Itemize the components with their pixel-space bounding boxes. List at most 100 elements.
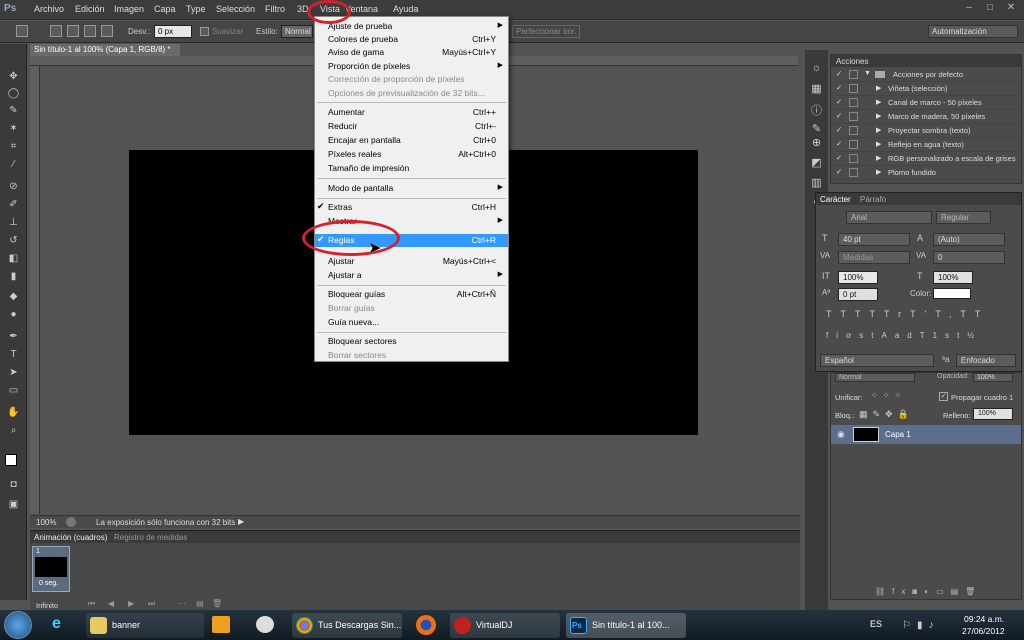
workspace-select[interactable]: Automatización	[928, 25, 1018, 38]
shape-tool-icon[interactable]: ▭	[6, 384, 21, 398]
language-indicator[interactable]: ES	[870, 619, 882, 629]
navigator-icon[interactable]: ▦	[809, 82, 824, 96]
action-item[interactable]: ✓ ▶ Reflejo en agua (texto)	[831, 138, 1023, 152]
tab-registro-medidas[interactable]: Registro de medidas	[114, 533, 187, 542]
quick-select-icon[interactable]: ✎	[6, 104, 21, 118]
screen-mode-icon[interactable]: ▣	[6, 498, 21, 512]
layer-actions-icons[interactable]: ⛓fx◙◐▭▤🗑	[875, 587, 982, 596]
layer-name[interactable]: Capa 1	[885, 430, 911, 439]
hand-tool-icon[interactable]: ✋	[6, 406, 21, 420]
path-select-icon[interactable]: ➤	[6, 366, 21, 380]
estilo-select[interactable]: Normal	[281, 25, 313, 38]
menu-type[interactable]: Type	[186, 4, 206, 14]
duplicate-frame-icon[interactable]: ▤	[196, 599, 204, 608]
tween-icon[interactable]: ⋯	[178, 599, 186, 608]
menu-item-bloquear-guias[interactable]: Bloquear guías Alt+Ctrl+Ñ	[315, 288, 508, 301]
action-item[interactable]: ✓ ▶ Plomo fundido	[831, 166, 1023, 180]
document-tab[interactable]: Sin título-1 al 100% (Capa 1, RGB/8) *	[30, 44, 180, 56]
dialog-toggle-icon[interactable]	[849, 126, 858, 135]
animation-frame[interactable]: 1 0 seg.	[32, 546, 70, 592]
language-select[interactable]: Español	[820, 354, 934, 367]
frame-delay[interactable]: 0 seg.	[39, 580, 58, 587]
menu-item-aumentar[interactable]: Aumentar Ctrl++	[315, 106, 508, 119]
menu-edicion[interactable]: Edición	[75, 4, 105, 14]
menu-imagen[interactable]: Imagen	[114, 4, 144, 14]
zoom-level[interactable]: 100%	[36, 518, 56, 527]
font-size-input[interactable]: 40 pt	[838, 233, 910, 246]
taskbar-item-chrome[interactable]: Tus Descargas Sin...	[292, 613, 402, 638]
dialog-toggle-icon[interactable]	[849, 70, 858, 79]
check-icon[interactable]: ✓	[836, 83, 846, 92]
action-item[interactable]: ✓ ▶ Proyectar sombra (texto)	[831, 124, 1023, 138]
expand-icon[interactable]: ▶	[876, 140, 881, 148]
text-color-swatch[interactable]	[933, 288, 971, 299]
add-selection-icon[interactable]	[67, 25, 79, 37]
menu-item-ajuste-prueba[interactable]: Ajuste de prueba ▶	[315, 20, 508, 33]
kerning-input[interactable]: Medidas	[838, 251, 910, 264]
menu-item-reducir[interactable]: Reducir Ctrl+-	[315, 120, 508, 133]
menu-item-modo-pantalla[interactable]: Modo de pantalla ▶	[315, 182, 508, 195]
tab-caracter[interactable]: Carácter	[820, 195, 851, 204]
dialog-toggle-icon[interactable]	[849, 168, 858, 177]
next-frame-icon[interactable]: ⏭	[148, 599, 155, 609]
expand-icon[interactable]: ▶	[876, 168, 881, 176]
healing-brush-icon[interactable]: ⊘	[6, 180, 21, 194]
menu-item-tamano-impresion[interactable]: Tamaño de impresión	[315, 162, 508, 175]
check-icon[interactable]: ✓	[836, 125, 846, 134]
delete-frame-icon[interactable]: 🗑	[212, 599, 222, 608]
action-item[interactable]: ✓ ▶ Marco de madera, 50 píxeles	[831, 110, 1023, 124]
clone-source-icon[interactable]: ⊕	[809, 136, 824, 150]
font-style-select[interactable]: Regular	[936, 211, 991, 224]
firefox-icon[interactable]	[416, 615, 436, 635]
zoom-tool-icon[interactable]: ⌕	[6, 424, 21, 438]
clone-stamp-icon[interactable]: ⊥	[6, 216, 21, 230]
check-icon[interactable]: ✓	[836, 69, 846, 78]
expand-icon[interactable]: ▶	[876, 154, 881, 162]
menu-item-proporcion-pixeles[interactable]: Proporción de píxeles ▶	[315, 60, 508, 73]
brush-panel-icon[interactable]: ✎	[809, 122, 824, 136]
horizontal-scale-input[interactable]: 100%	[933, 271, 973, 284]
check-icon[interactable]: ✓	[836, 97, 846, 106]
brush-tool-icon[interactable]: ✐	[6, 198, 21, 212]
maximize-icon[interactable]: □	[981, 2, 999, 17]
menu-capa[interactable]: Capa	[154, 4, 176, 14]
quick-mask-icon[interactable]: ◘	[6, 478, 21, 492]
action-set[interactable]: ✓ ▼ Acciones por defecto	[831, 68, 1023, 82]
menu-item-ajustar-a[interactable]: Ajustar a ▶	[315, 269, 508, 282]
menu-item-aviso-gama[interactable]: Aviso de gama Mayús+Ctrl+Y	[315, 46, 508, 59]
intersect-selection-icon[interactable]	[101, 25, 113, 37]
expand-icon[interactable]: ▶	[876, 126, 881, 134]
info-icon[interactable]	[66, 517, 76, 527]
baseline-input[interactable]: 0 pt	[838, 288, 878, 301]
menu-archivo[interactable]: Archivo	[34, 4, 64, 14]
dodge-icon[interactable]: ●	[6, 308, 21, 322]
swatches-icon[interactable]: ▥	[809, 176, 824, 190]
actions-title[interactable]: Acciones	[831, 55, 1021, 67]
eyedropper-icon[interactable]: ⁄	[6, 158, 21, 172]
start-button[interactable]	[4, 611, 32, 639]
subtract-selection-icon[interactable]	[84, 25, 96, 37]
minimize-icon[interactable]: –	[960, 2, 978, 17]
leading-input[interactable]: (Auto)	[933, 233, 1005, 246]
perfeccionar-button[interactable]: Perfeccionar bor.	[512, 25, 581, 38]
check-icon[interactable]: ✓	[836, 167, 846, 176]
dialog-toggle-icon[interactable]	[849, 112, 858, 121]
menu-item-ajustar[interactable]: Ajustar Mayús+Ctrl+<	[315, 255, 508, 268]
lasso-tool-icon[interactable]: ◯	[6, 87, 21, 101]
tab-parrafo[interactable]: Párrafo	[860, 195, 886, 204]
clock-date[interactable]: 27/06/2012	[962, 626, 1005, 636]
blur-icon[interactable]: ◆	[6, 290, 21, 304]
clock-time[interactable]: 09:24 a.m.	[964, 614, 1004, 624]
action-item[interactable]: ✓ ▶ RGB personalizado a escala de grises	[831, 152, 1023, 166]
menu-item-encajar-pantalla[interactable]: Encajar en pantalla Ctrl+0	[315, 134, 508, 147]
opacity-input[interactable]: 100%	[973, 373, 1013, 382]
desv-input[interactable]: 0 px	[154, 25, 192, 38]
status-arrow-icon[interactable]: ▶	[238, 517, 244, 526]
styles-icon[interactable]: ◩	[809, 156, 824, 170]
taskbar-item-photoshop[interactable]: Ps Sin título-1 al 100...	[566, 613, 686, 638]
marquee-tool-icon[interactable]	[16, 25, 28, 37]
menu-item-guia-nueva[interactable]: Guía nueva...	[315, 316, 508, 329]
layer-row[interactable]: ◉ Capa 1	[831, 425, 1021, 444]
suavizar-checkbox[interactable]	[200, 27, 209, 36]
media-player-icon[interactable]	[212, 616, 230, 633]
